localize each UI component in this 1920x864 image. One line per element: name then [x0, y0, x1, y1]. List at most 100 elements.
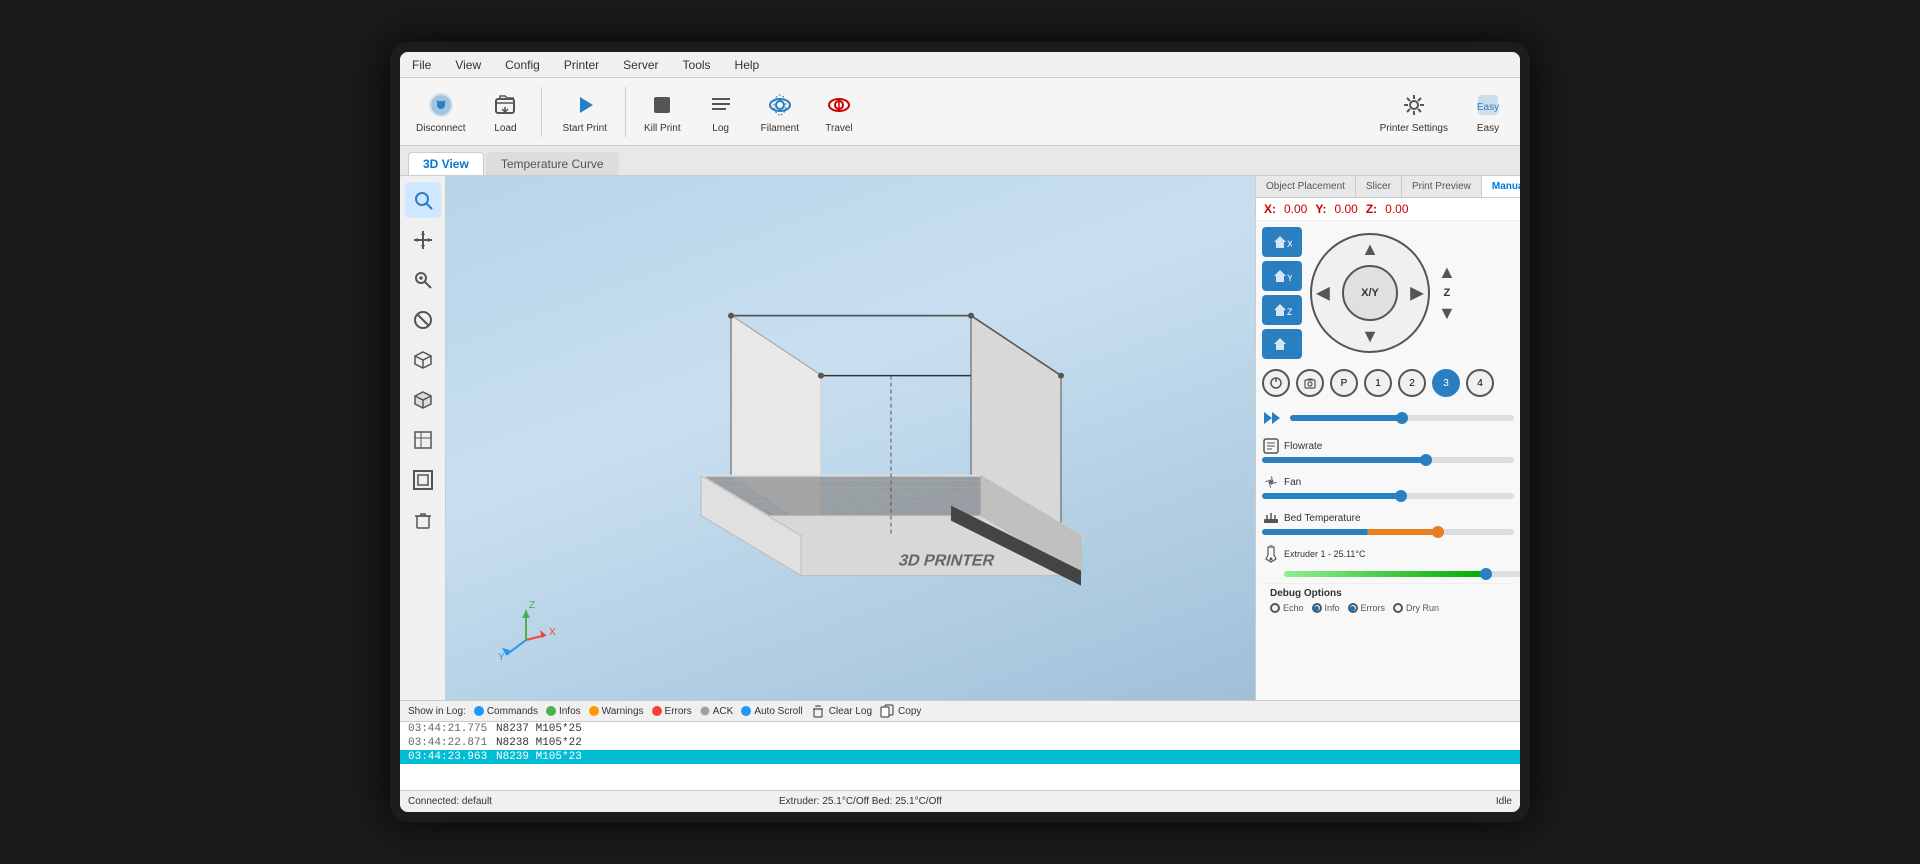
left-btn-frame[interactable]	[405, 462, 441, 498]
log-entry-1[interactable]: 03:44:21.775 N8237 M105*25	[400, 722, 1520, 736]
fan-track[interactable]	[1262, 493, 1514, 499]
travel-button[interactable]: Travel	[815, 85, 863, 138]
debug-errors[interactable]: Errors	[1348, 603, 1386, 613]
xy-joystick[interactable]: ▲ ▼ ◀ ▶ X/Y	[1310, 233, 1430, 353]
start-print-button[interactable]: Start Print	[554, 85, 614, 138]
errors-dot	[652, 706, 662, 716]
menu-file[interactable]: File	[408, 56, 435, 74]
echo-radio[interactable]	[1270, 603, 1280, 613]
tab-slicer[interactable]: Slicer	[1356, 176, 1402, 197]
left-btn-cube3[interactable]	[405, 422, 441, 458]
errors-radio[interactable]	[1348, 603, 1358, 613]
printer-bed-svg: 3D PRINTER	[591, 256, 1111, 636]
tab-manual-control[interactable]: Manual Control	[1482, 176, 1520, 197]
viewport-3d[interactable]: 3D PRINTER	[446, 176, 1255, 700]
camera-button[interactable]	[1296, 369, 1324, 397]
speed-4-button[interactable]: 4	[1466, 369, 1494, 397]
fan-icon	[1262, 473, 1280, 491]
debug-info[interactable]: Info	[1312, 603, 1340, 613]
z-down-button[interactable]: ▼	[1438, 303, 1456, 324]
joystick-down[interactable]: ▼	[1361, 326, 1379, 347]
filter-warnings[interactable]: Warnings	[589, 706, 644, 717]
left-btn-select[interactable]	[405, 182, 441, 218]
home-x-button[interactable]: X	[1262, 227, 1302, 257]
filter-errors[interactable]: Errors	[652, 706, 692, 717]
log-toolbar: Show in Log: Commands Infos Warnings Err…	[400, 701, 1520, 722]
home-z-button[interactable]: Z	[1262, 295, 1302, 325]
joystick-up[interactable]: ▲	[1361, 239, 1379, 260]
log-cmd-1: N8237 M105*25	[496, 723, 582, 735]
extruder1-track[interactable]	[1284, 571, 1520, 577]
load-button[interactable]: Load	[481, 85, 529, 138]
load-label: Load	[494, 123, 516, 134]
joystick-left[interactable]: ◀	[1316, 283, 1330, 304]
extruder1-thumb[interactable]	[1480, 568, 1492, 580]
flowrate-thumb[interactable]	[1420, 454, 1432, 466]
debug-echo[interactable]: Echo	[1270, 603, 1304, 613]
menu-server[interactable]: Server	[619, 56, 662, 74]
fan-label: Fan	[1284, 477, 1301, 488]
debug-options: Echo Info Errors	[1270, 603, 1506, 613]
printer-settings-button[interactable]: Printer Settings	[1372, 85, 1456, 138]
speed-3-button[interactable]: 3	[1432, 369, 1460, 397]
filter-auto-scroll[interactable]: Auto Scroll	[741, 706, 802, 717]
menu-view[interactable]: View	[451, 56, 485, 74]
left-btn-cube1[interactable]	[405, 342, 441, 378]
flowrate-track[interactable]	[1262, 457, 1514, 463]
log-label: Log	[712, 123, 729, 134]
menu-printer[interactable]: Printer	[560, 56, 603, 74]
flowrate-fill	[1262, 457, 1426, 463]
dry-run-radio[interactable]	[1393, 603, 1403, 613]
joystick-right[interactable]: ▶	[1410, 283, 1424, 304]
power-button[interactable]	[1262, 369, 1290, 397]
filter-commands[interactable]: Commands	[474, 706, 538, 717]
joystick-center[interactable]: X/Y	[1342, 265, 1398, 321]
easy-label: Easy	[1477, 123, 1499, 134]
log-entry-3[interactable]: 03:44:23.963 N8239 M105*23	[400, 750, 1520, 764]
filter-infos[interactable]: Infos	[546, 706, 581, 717]
info-radio[interactable]	[1312, 603, 1322, 613]
travel-icon	[823, 89, 855, 121]
warnings-dot	[589, 706, 599, 716]
speed-2-button[interactable]: 2	[1398, 369, 1426, 397]
filter-ack[interactable]: ACK	[700, 706, 734, 717]
tab-3d-view[interactable]: 3D View	[408, 152, 484, 175]
left-btn-delete[interactable]	[405, 502, 441, 538]
kill-print-button[interactable]: Kill Print	[636, 85, 689, 138]
print-speed-slider[interactable]	[1290, 415, 1514, 421]
home-all-button[interactable]	[1262, 329, 1302, 359]
clear-log-button[interactable]: Clear Log	[811, 704, 872, 718]
disconnect-button[interactable]: Disconnect	[408, 85, 473, 138]
left-btn-move[interactable]	[405, 222, 441, 258]
z-up-button[interactable]: ▲	[1438, 262, 1456, 283]
filament-button[interactable]: Filament	[753, 85, 807, 138]
speed-p-button[interactable]: P	[1330, 369, 1358, 397]
debug-dry-run[interactable]: Dry Run	[1393, 603, 1439, 613]
left-btn-stop[interactable]	[405, 302, 441, 338]
easy-button[interactable]: Easy Easy	[1464, 85, 1512, 138]
main-tabs: 3D View Temperature Curve	[400, 146, 1520, 176]
fan-thumb[interactable]	[1395, 490, 1407, 502]
copy-button[interactable]: Copy	[880, 704, 921, 718]
log-button[interactable]: Log	[697, 85, 745, 138]
bed-temp-thumb[interactable]	[1432, 526, 1444, 538]
right-panel: Object Placement Slicer Print Preview Ma…	[1255, 176, 1520, 700]
log-cmd-3: N8239 M105*23	[496, 751, 582, 763]
left-btn-cube2[interactable]	[405, 382, 441, 418]
speed-1-button[interactable]: 1	[1364, 369, 1392, 397]
menu-help[interactable]: Help	[731, 56, 764, 74]
debug-title: Debug Options	[1270, 588, 1506, 599]
status-connected: Connected: default	[408, 796, 492, 807]
copy-label: Copy	[898, 706, 921, 717]
tab-temperature-curve[interactable]: Temperature Curve	[486, 152, 619, 175]
tab-print-preview[interactable]: Print Preview	[1402, 176, 1482, 197]
bed-temp-track[interactable]	[1262, 529, 1514, 535]
ack-dot	[700, 706, 710, 716]
log-entry-2[interactable]: 03:44:22.871 N8238 M105*22	[400, 736, 1520, 750]
home-y-button[interactable]: Y	[1262, 261, 1302, 291]
menu-config[interactable]: Config	[501, 56, 544, 74]
fan-fill	[1262, 493, 1401, 499]
tab-object-placement[interactable]: Object Placement	[1256, 176, 1356, 197]
menu-tools[interactable]: Tools	[679, 56, 715, 74]
left-btn-zoom-in[interactable]	[405, 262, 441, 298]
